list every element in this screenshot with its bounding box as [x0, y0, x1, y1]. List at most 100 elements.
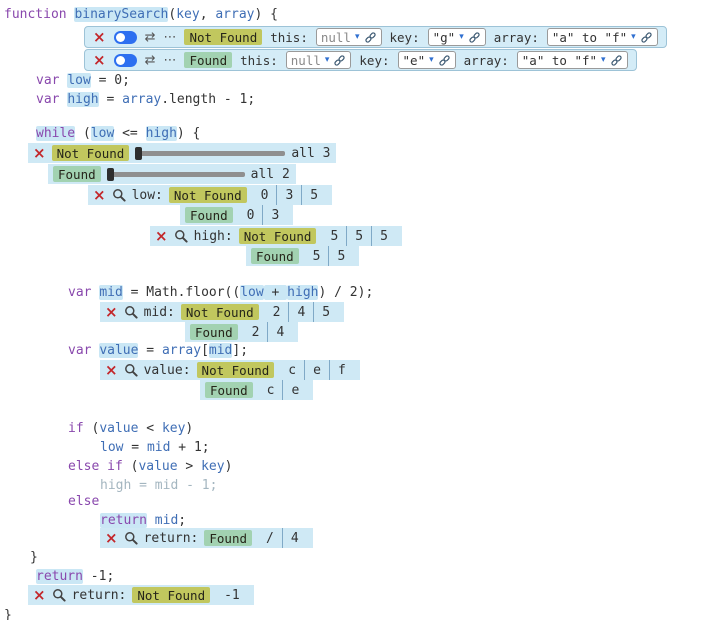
probe-row-low: × low: Not Found 035: [88, 185, 332, 205]
magnifier-icon[interactable]: [174, 229, 188, 243]
key-label: key:: [390, 30, 420, 45]
call-widget-found: × ⇄ ⋯ Found this: null ▾ key: "e" ▾ arra…: [84, 49, 637, 71]
more-options-icon[interactable]: ⋯: [163, 31, 176, 44]
code-token: =: [91, 73, 114, 88]
link-icon[interactable]: [364, 31, 377, 44]
loop-status-badge: Found: [53, 166, 101, 182]
code-token: value: [99, 421, 138, 436]
code-token: ;: [122, 73, 130, 88]
code-token: high: [67, 92, 98, 107]
magnifier-icon[interactable]: [112, 188, 126, 202]
code-token: -: [83, 569, 99, 584]
code-token: else: [68, 494, 99, 509]
probe-label: low:: [132, 188, 163, 203]
key-label: key:: [359, 53, 389, 68]
magnifier-icon[interactable]: [124, 531, 138, 545]
probe-values: ce: [259, 380, 308, 400]
this-value-dropdown[interactable]: null ▾: [286, 51, 352, 69]
probe-status-badge: Not Found: [169, 187, 247, 203]
magnifier-icon[interactable]: [124, 305, 138, 319]
close-icon[interactable]: ×: [33, 146, 46, 161]
code-token: ): [185, 421, 193, 436]
code-token: var: [36, 92, 67, 107]
code-token: array: [162, 343, 201, 358]
code-token: low: [67, 73, 90, 88]
magnifier-icon[interactable]: [52, 588, 66, 602]
code-token: = Math.floor((: [123, 285, 240, 300]
toggle-knob: [116, 56, 125, 65]
link-icon[interactable]: [610, 54, 623, 67]
code-token: ];: [232, 343, 248, 358]
close-icon[interactable]: ×: [155, 229, 168, 244]
probe-label: value:: [144, 363, 191, 378]
probe-values: /4: [258, 528, 307, 548]
code-line: var value = array[mid];: [68, 341, 248, 360]
code-token: value: [138, 459, 177, 474]
code-token: ;: [202, 440, 210, 455]
probe-values: 035: [253, 185, 326, 205]
slider-track[interactable]: [107, 172, 245, 177]
key-value-dropdown[interactable]: "e" ▾: [398, 51, 456, 69]
probe-row-return-mid: × return: Found /4: [100, 528, 313, 548]
probe-value-cell: 5: [313, 302, 338, 322]
probe-value-cell: -1: [216, 585, 248, 605]
code-token: >: [178, 459, 201, 474]
code-token: low: [240, 285, 263, 300]
probe-status-badge: Not Found: [197, 362, 275, 378]
iteration-slider[interactable]: [135, 146, 285, 160]
code-token: =: [123, 440, 146, 455]
enable-toggle[interactable]: [114, 54, 137, 67]
probe-value-cell: c: [259, 380, 283, 400]
probe-value-cell: 5: [328, 246, 353, 266]
link-icon[interactable]: [640, 31, 653, 44]
link-icon[interactable]: [468, 31, 481, 44]
slider-knob[interactable]: [107, 168, 114, 181]
code-token: high: [287, 285, 318, 300]
close-icon[interactable]: ×: [93, 53, 106, 68]
this-label: this:: [270, 30, 308, 45]
probe-value-cell: e: [282, 380, 307, 400]
array-value-dropdown[interactable]: "a" to "f" ▾: [547, 28, 658, 46]
swap-arrows-icon[interactable]: ⇄: [145, 54, 156, 67]
swap-arrows-icon[interactable]: ⇄: [145, 31, 156, 44]
slider-track[interactable]: [135, 151, 285, 156]
probe-values: 24: [244, 322, 293, 342]
this-value-dropdown[interactable]: null ▾: [316, 28, 382, 46]
slider-knob[interactable]: [135, 147, 142, 160]
close-icon[interactable]: ×: [105, 363, 118, 378]
more-options-icon[interactable]: ⋯: [163, 54, 176, 67]
key-value-dropdown[interactable]: "g" ▾: [428, 28, 486, 46]
code-token: value: [99, 343, 138, 358]
close-icon[interactable]: ×: [33, 588, 46, 603]
code-token: ;: [106, 569, 114, 584]
code-token: .length -: [161, 92, 239, 107]
code-token: mid: [147, 440, 170, 455]
code-token: ;: [247, 92, 255, 107]
code-token: array: [122, 92, 161, 107]
probe-status-badge: Not Found: [181, 304, 259, 320]
code-token: return: [100, 513, 147, 528]
code-line: if (value < key): [68, 419, 193, 438]
code-token: 1: [194, 440, 202, 455]
close-icon[interactable]: ×: [105, 305, 118, 320]
array-value-dropdown[interactable]: "a" to "f" ▾: [517, 51, 628, 69]
probe-status-badge: Found: [251, 248, 299, 264]
code-token: high: [146, 126, 177, 141]
link-icon[interactable]: [333, 54, 346, 67]
code-token: ) {: [177, 126, 200, 141]
caret-down-icon: ▾: [429, 55, 434, 65]
close-icon[interactable]: ×: [105, 531, 118, 546]
dropdown-value: null: [321, 30, 351, 45]
probe-value-cell: e: [304, 360, 329, 380]
probe-label: return:: [72, 588, 127, 603]
probe-value-cell: /: [258, 528, 282, 548]
loop-widget-found: Found all 2: [48, 164, 296, 184]
iteration-slider[interactable]: [107, 167, 245, 181]
code-token: 2: [350, 285, 358, 300]
enable-toggle[interactable]: [114, 31, 137, 44]
magnifier-icon[interactable]: [124, 363, 138, 377]
close-icon[interactable]: ×: [93, 30, 106, 45]
close-icon[interactable]: ×: [93, 188, 106, 203]
code-token: );: [358, 285, 374, 300]
link-icon[interactable]: [438, 54, 451, 67]
